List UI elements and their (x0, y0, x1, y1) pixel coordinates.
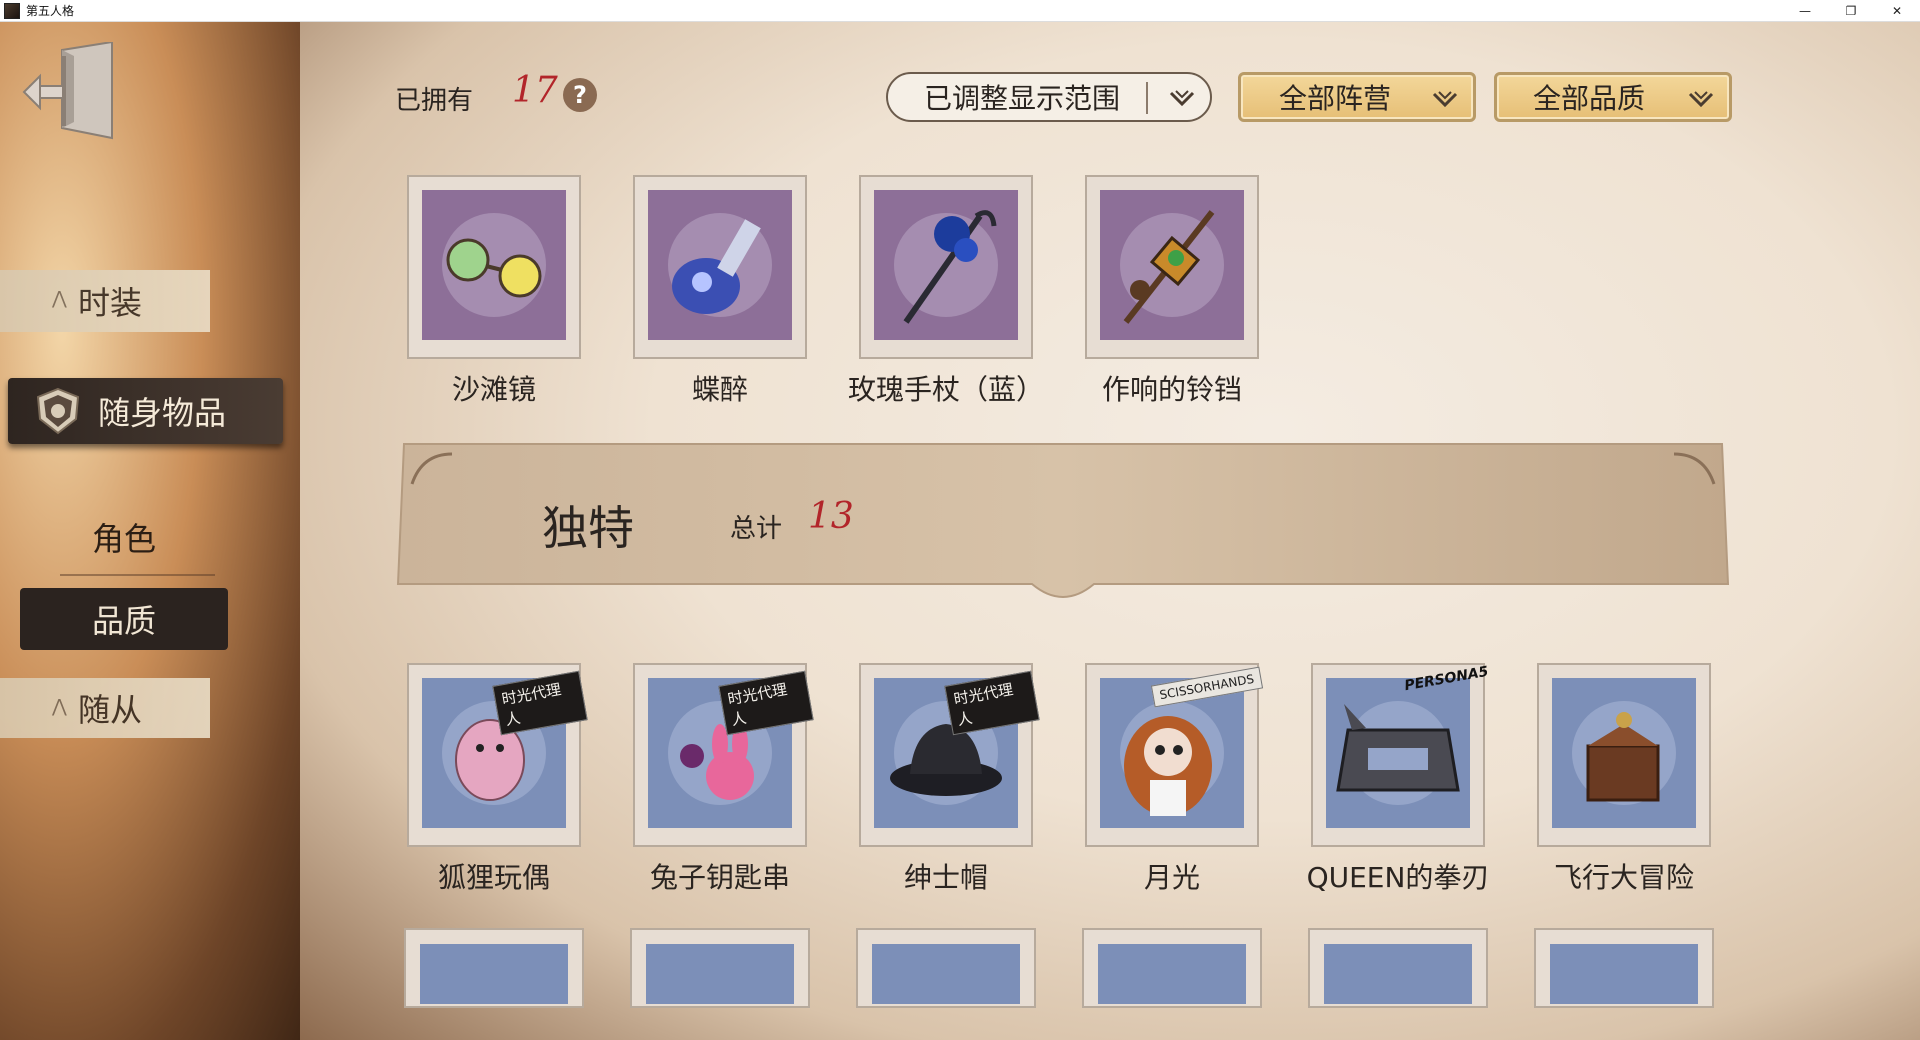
rose-cane-icon (859, 175, 1033, 359)
next-row-partial (404, 928, 1716, 1008)
item-card-partial[interactable] (1534, 928, 1714, 1008)
window-titlebar: 第五人格 — ❐ ✕ (0, 0, 1920, 22)
close-button[interactable]: ✕ (1874, 0, 1920, 22)
main-panel: 已拥有 17 ? 已调整显示范围 全部阵营 全部品质 沙滩镜 蝶醉 玫瑰手杖（蓝… (300, 22, 1920, 1040)
owned-count: 17 (512, 70, 558, 111)
item-card-partial[interactable] (1082, 928, 1262, 1008)
caret-icon: ⋀ (52, 696, 67, 717)
item-card-partial[interactable] (1308, 928, 1488, 1008)
item-card-partial[interactable] (404, 928, 584, 1008)
sidebar-item-fashion[interactable]: ⋀ 时装 (0, 270, 210, 332)
chevron-down-icon (1432, 91, 1458, 108)
item-name: 月光 (1143, 861, 1200, 894)
owned-label: 已拥有 (395, 86, 474, 116)
item-card-partial[interactable] (856, 928, 1036, 1008)
shield-emblem-icon (36, 387, 80, 435)
item-name: 狐狸玩偶 (437, 861, 550, 894)
minimize-button[interactable]: — (1782, 0, 1828, 22)
section-title: 独特 (542, 501, 634, 555)
flying-machine-icon (1537, 663, 1711, 847)
dropdown-separator (1146, 82, 1148, 114)
sidebar-item-quality[interactable]: 品质 (20, 588, 228, 650)
app-icon (4, 2, 20, 19)
section-total: 13 (808, 496, 854, 537)
chevron-down-icon (1169, 90, 1195, 107)
quality-filter-dropdown[interactable]: 全部品质 (1494, 72, 1732, 122)
window-controls: — ❐ ✕ (1782, 0, 1920, 22)
item-name: 沙滩镜 (451, 373, 536, 406)
exit-door-icon[interactable] (22, 40, 118, 142)
goggles-icon (407, 175, 581, 359)
dropdown-label: 全部品质 (1533, 82, 1646, 115)
sidebar-item-label: 随身物品 (98, 394, 227, 432)
help-icon[interactable]: ? (563, 78, 597, 112)
sidebar: ⋀ 时装 随身物品 角色 品质 ⋀ 随从 (0, 22, 310, 1040)
restore-button[interactable]: ❐ (1828, 0, 1874, 22)
sidebar-item-label: 随从 (78, 691, 143, 729)
camp-filter-dropdown[interactable]: 全部阵营 (1238, 72, 1476, 122)
window-title: 第五人格 (26, 4, 75, 18)
potion-bottle-icon (633, 175, 807, 359)
bell-staff-icon (1085, 175, 1259, 359)
item-name: QUEEN的拳刃 (1306, 861, 1490, 894)
sidebar-item-label: 时装 (78, 284, 143, 322)
sidebar-item-accessories[interactable]: 随身物品 (8, 378, 283, 444)
item-name: 作响的铃铛 (1101, 373, 1242, 406)
item-name: 蝶醉 (691, 373, 748, 406)
section-total-label: 总计 (730, 514, 783, 544)
item-name: 兔子钥匙串 (649, 861, 790, 894)
sidebar-item-label: 角色 (92, 520, 157, 558)
item-name: 飞行大冒险 (1553, 861, 1694, 894)
caret-icon: ⋀ (52, 288, 67, 309)
item-name: 玫瑰手杖（蓝） (847, 373, 1044, 406)
dropdown-label: 已调整显示范围 (924, 82, 1121, 115)
item-name: 绅士帽 (903, 861, 988, 894)
sidebar-item-role[interactable]: 角色 (92, 512, 252, 562)
dropdown-label: 全部阵营 (1279, 82, 1392, 115)
sidebar-item-follower[interactable]: ⋀ 随从 (0, 678, 210, 738)
chevron-down-icon (1688, 91, 1714, 108)
sidebar-divider (60, 574, 215, 576)
sidebar-item-label: 品质 (91, 602, 156, 640)
display-range-dropdown[interactable]: 已调整显示范围 (886, 72, 1212, 122)
item-card-partial[interactable] (630, 928, 810, 1008)
